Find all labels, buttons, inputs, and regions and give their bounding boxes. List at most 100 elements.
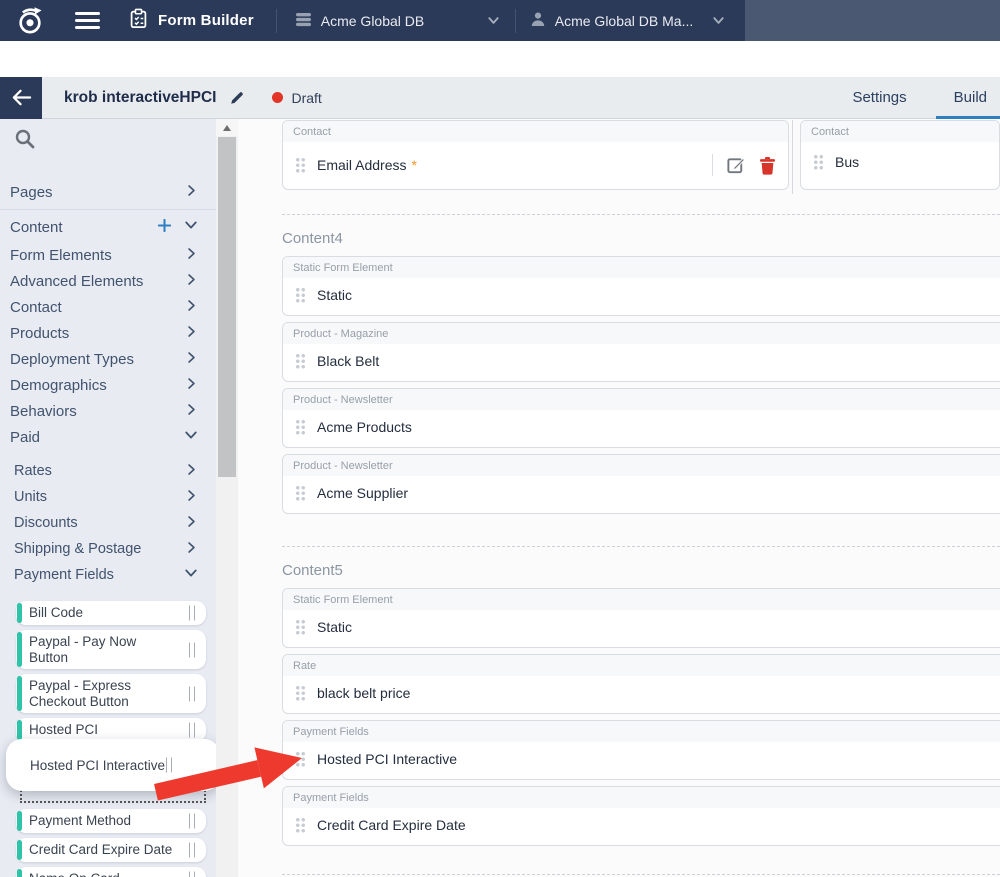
form-card-email-address[interactable]: Contact Email Address *	[282, 120, 789, 190]
sidebar-item-label: Products	[10, 325, 69, 342]
menu-icon[interactable]	[75, 12, 100, 29]
sidebar-item-units[interactable]: Units	[0, 484, 216, 510]
form-card-partial[interactable]: Contact Bus	[800, 120, 1000, 190]
chevron-right-icon	[185, 463, 198, 480]
drag-bars-icon	[189, 686, 195, 701]
dragging-card-hosted-pci-interactive[interactable]: Hosted PCI Interactive	[6, 739, 216, 791]
drag-handle-icon[interactable]	[295, 157, 306, 173]
sidebar-item-content[interactable]: Content	[0, 212, 216, 242]
sidebar-item-rates[interactable]: Rates	[0, 458, 216, 484]
sidebar-item-label: Behaviors	[10, 403, 77, 420]
drag-handle-icon[interactable]	[295, 685, 306, 701]
field-row: black belt price	[283, 676, 1000, 711]
sidebar-item-label: Contact	[10, 299, 62, 316]
scroll-up-arrow-icon[interactable]	[216, 119, 238, 136]
tab-build[interactable]: Build	[954, 89, 987, 106]
delete-field-icon[interactable]	[759, 156, 776, 175]
form-card-acme-supplier[interactable]: Product - NewsletterAcme Supplier	[282, 454, 1000, 514]
form-card-hosted-pci-interactive[interactable]: Payment FieldsHosted PCI Interactive	[282, 720, 1000, 780]
actions-divider	[712, 154, 713, 176]
sidebar-item-products[interactable]: Products	[0, 320, 216, 346]
chevron-right-icon	[185, 351, 198, 368]
database-selector[interactable]: Acme Global DB	[295, 12, 501, 30]
form-card-black-belt-price[interactable]: Rateblack belt price	[282, 654, 1000, 714]
field-label: Email Address *	[317, 157, 417, 173]
search-icon[interactable]	[14, 128, 36, 150]
field-category-label: Contact	[283, 121, 788, 142]
sidebar-item-advanced-elements[interactable]: Advanced Elements	[0, 268, 216, 294]
drag-handle-icon[interactable]	[813, 154, 824, 170]
edit-field-icon[interactable]	[726, 155, 746, 175]
sidebar-item-payment-fields[interactable]: Payment Fields	[0, 562, 216, 588]
drag-bars-icon	[189, 606, 195, 621]
chevron-right-icon	[185, 515, 198, 532]
sidebar-item-behaviors[interactable]: Behaviors	[0, 398, 216, 424]
drag-handle-icon[interactable]	[295, 353, 306, 369]
field-row: Credit Card Expire Date	[283, 808, 1000, 843]
builder-body: Pages ContentForm ElementsAdvanced Elemen…	[0, 119, 1000, 877]
sidebar-item-discounts[interactable]: Discounts	[0, 510, 216, 536]
sidebar-scrollbar[interactable]	[216, 119, 238, 877]
account-selector[interactable]: Acme Global DB Ma...	[530, 11, 726, 30]
chevron-right-icon	[185, 273, 198, 290]
field-category-label: Product - Newsletter	[283, 455, 1000, 476]
drag-handle-icon[interactable]	[295, 485, 306, 501]
drag-bars-icon	[189, 872, 195, 877]
add-content-icon[interactable]	[157, 218, 172, 237]
field-row: Acme Supplier	[283, 476, 1000, 511]
form-card-black-belt[interactable]: Product - MagazineBlack Belt	[282, 322, 1000, 382]
form-card-static[interactable]: Static Form ElementStatic	[282, 256, 1000, 316]
header-tabs: Settings Build	[852, 89, 1000, 106]
scrollbar-thumb[interactable]	[218, 137, 236, 477]
edit-title-icon[interactable]	[229, 90, 245, 106]
field-actions	[712, 154, 776, 176]
sidebar-item-label: Discounts	[14, 515, 78, 531]
navbar-divider	[276, 9, 277, 33]
sidebar-item-label: Rates	[14, 463, 52, 479]
section-title: Content4	[282, 230, 1000, 247]
field-category-label: Contact	[801, 121, 999, 142]
field-category-label: Payment Fields	[283, 721, 1000, 742]
palette-card-credit-card-expire-date[interactable]: Credit Card Expire Date	[16, 838, 206, 862]
palette-card-name-on-card[interactable]: Name On Card	[16, 867, 206, 877]
sidebar-item-form-elements[interactable]: Form Elements	[0, 242, 216, 268]
field-label: black belt price	[317, 685, 410, 701]
back-button[interactable]	[0, 77, 42, 119]
sidebar-item-contact[interactable]: Contact	[0, 294, 216, 320]
palette-card-paypal-express-checkout-button[interactable]: Paypal - Express Checkout Button	[16, 674, 206, 713]
sidebar-item-demographics[interactable]: Demographics	[0, 372, 216, 398]
tab-settings[interactable]: Settings	[852, 89, 906, 106]
drag-handle-icon[interactable]	[295, 751, 306, 767]
clipboard-icon	[129, 8, 148, 34]
palette-card-bill-code[interactable]: Bill Code	[16, 601, 206, 625]
chevron-down-icon	[486, 13, 501, 28]
sidebar-item-deployment-types[interactable]: Deployment Types	[0, 346, 216, 372]
form-card-static[interactable]: Static Form ElementStatic	[282, 588, 1000, 648]
drag-handle-icon[interactable]	[295, 287, 306, 303]
status-dot	[272, 92, 283, 103]
drag-handle-icon[interactable]	[295, 419, 306, 435]
drag-bars-icon	[166, 758, 172, 773]
sidebar-item-pages[interactable]: Pages	[0, 177, 216, 207]
form-card-credit-card-expire-date[interactable]: Payment FieldsCredit Card Expire Date	[282, 786, 1000, 846]
palette-card-payment-method[interactable]: Payment Method	[16, 809, 206, 833]
sidebar-item-label: Shipping & Postage	[14, 541, 141, 557]
column-divider	[792, 120, 793, 194]
form-card-acme-products[interactable]: Product - NewsletterAcme Products	[282, 388, 1000, 448]
drag-handle-icon[interactable]	[295, 619, 306, 635]
drag-handle-icon[interactable]	[295, 817, 306, 833]
drag-bars-icon	[189, 642, 195, 657]
chevron-right-icon	[185, 489, 198, 506]
field-row: Bus	[801, 142, 999, 180]
field-label: Static	[317, 287, 352, 303]
sidebar-item-shipping-postage[interactable]: Shipping & Postage	[0, 536, 216, 562]
form-builder-app: Form Builder Acme Global DB	[0, 0, 1000, 877]
form-title: krob interactiveHPCI	[64, 89, 216, 107]
sidebar-item-paid[interactable]: Paid	[0, 424, 216, 450]
palette-card-paypal-pay-now-button[interactable]: Paypal - Pay Now Button	[16, 630, 206, 669]
chevron-down-icon	[184, 218, 198, 236]
drag-bars-icon	[189, 814, 195, 829]
field-label: Bus	[835, 154, 859, 170]
section-dashed-divider	[282, 546, 1000, 547]
omeda-logo-icon[interactable]	[13, 4, 47, 38]
